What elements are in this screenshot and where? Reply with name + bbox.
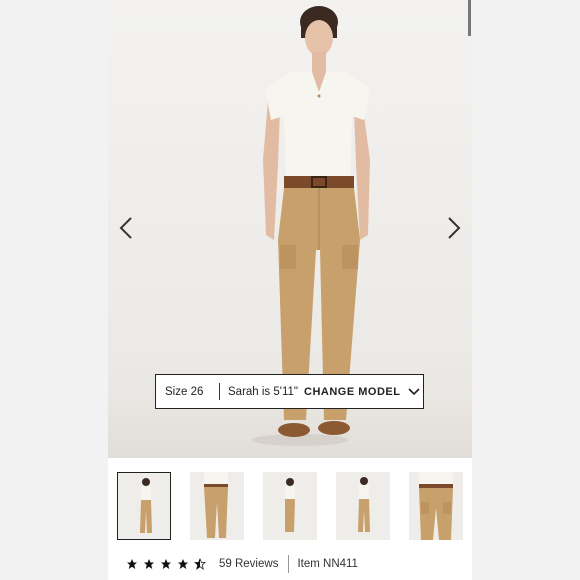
thumbnail-image bbox=[285, 478, 295, 532]
thumbnail-image bbox=[204, 472, 228, 538]
thumbnail-4[interactable] bbox=[336, 472, 390, 540]
thumbnail-2[interactable] bbox=[190, 472, 244, 540]
reviews-link[interactable]: 59 Reviews bbox=[219, 558, 278, 570]
item-number: Item NN411 bbox=[297, 558, 358, 570]
thumbnail-3[interactable] bbox=[263, 472, 317, 540]
chevron-left-icon bbox=[119, 217, 132, 239]
change-model-button[interactable]: CHANGE MODEL bbox=[304, 385, 421, 398]
model-size-bar: Size 26 Sarah is 5'11" CHANGE MODEL bbox=[155, 374, 424, 409]
divider bbox=[288, 555, 290, 573]
product-gallery: Size 26 Sarah is 5'11" CHANGE MODEL 59 R… bbox=[108, 0, 472, 580]
size-label: Size 26 bbox=[165, 385, 204, 398]
half-star-icon bbox=[194, 558, 206, 570]
star-icon bbox=[178, 559, 188, 569]
product-info-bar: 59 Reviews Item NN411 bbox=[108, 548, 472, 580]
divider bbox=[219, 383, 220, 400]
thumbnail-image bbox=[140, 478, 152, 533]
thumbnail-strip bbox=[108, 466, 472, 546]
thumbnail-5[interactable] bbox=[409, 472, 463, 540]
scroll-indicator[interactable] bbox=[468, 0, 471, 36]
star-icon bbox=[144, 559, 154, 569]
hero-image[interactable]: Size 26 Sarah is 5'11" CHANGE MODEL bbox=[108, 0, 472, 458]
thumbnail-image bbox=[419, 472, 453, 540]
next-image-button[interactable] bbox=[442, 213, 466, 243]
thumbnail-1[interactable] bbox=[117, 472, 171, 540]
model-height-label: Sarah is 5'11" bbox=[228, 385, 298, 398]
thumbnail-image bbox=[358, 477, 370, 532]
star-icon bbox=[161, 559, 171, 569]
chevron-down-icon bbox=[408, 387, 421, 395]
left-background bbox=[0, 0, 108, 580]
rating-stars[interactable] bbox=[126, 558, 211, 570]
chevron-right-icon bbox=[448, 217, 461, 239]
prev-image-button[interactable] bbox=[114, 213, 138, 243]
right-background bbox=[472, 0, 580, 580]
star-icon bbox=[127, 559, 137, 569]
change-model-label: CHANGE MODEL bbox=[304, 385, 401, 398]
